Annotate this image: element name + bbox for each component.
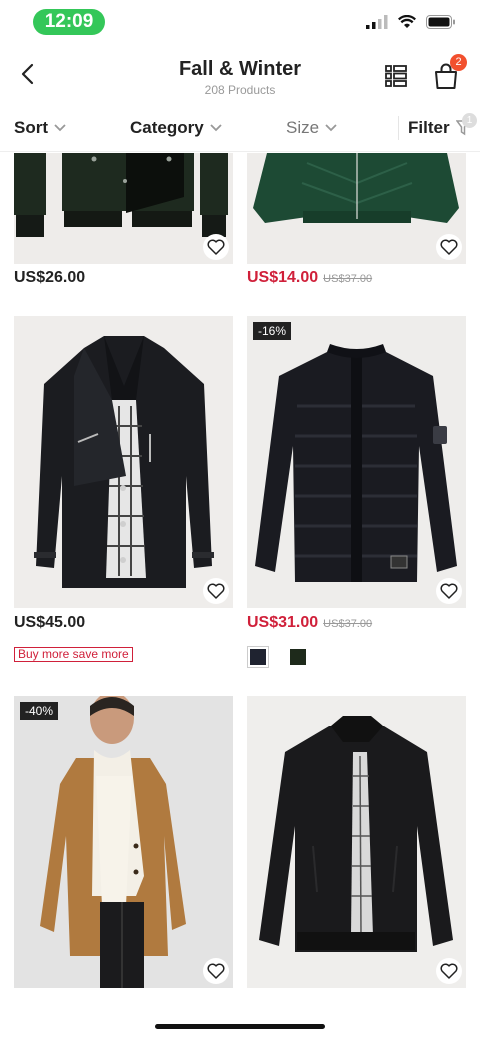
chevron-down-icon <box>210 124 222 132</box>
signal-icon <box>366 15 388 29</box>
product-count: 208 Products <box>204 83 276 97</box>
cart-count-badge: 2 <box>450 54 467 71</box>
list-view-icon <box>385 65 407 87</box>
battery-icon <box>426 15 455 29</box>
heart-icon <box>207 963 225 979</box>
wishlist-button[interactable] <box>203 578 229 604</box>
filter-bar: Sort Category Size Filter 1 <box>0 106 480 152</box>
sort-label: Sort <box>14 118 48 137</box>
product-image[interactable] <box>14 696 233 988</box>
original-price: US$37.00 <box>323 618 373 630</box>
chevron-down-icon <box>54 124 66 132</box>
sale-price: US$31.00 <box>247 614 319 631</box>
product-image[interactable] <box>14 153 233 264</box>
wishlist-button[interactable] <box>436 234 462 260</box>
product-price: US$26.00 <box>14 269 86 286</box>
size-label: Size <box>286 118 320 137</box>
product-price: US$31.00 US$37.00 <box>247 614 372 632</box>
product-image[interactable] <box>247 153 466 264</box>
status-bar: 12:09 <box>0 0 480 44</box>
wishlist-button[interactable] <box>203 958 229 984</box>
color-swatch-navy[interactable] <box>247 646 269 668</box>
heart-icon <box>207 239 225 255</box>
view-toggle-button[interactable] <box>384 64 408 88</box>
wifi-icon <box>398 15 416 28</box>
product-price: US$14.00 US$37.00 <box>247 269 372 287</box>
status-icons <box>366 15 456 29</box>
product-image[interactable] <box>247 316 466 608</box>
category-label: Category <box>130 118 204 137</box>
heart-icon <box>207 583 225 599</box>
filter-count-badge: 1 <box>462 113 477 128</box>
status-time: 12:09 <box>33 9 105 35</box>
heart-icon <box>440 239 458 255</box>
wishlist-button[interactable] <box>436 578 462 604</box>
color-swatch-green[interactable] <box>287 646 309 668</box>
original-price: US$37.00 <box>323 273 373 285</box>
discount-badge: -16% <box>253 322 292 340</box>
product-price: US$45.00 <box>14 614 86 631</box>
discount-badge: -40% <box>20 702 59 720</box>
swatch-fill <box>250 649 266 665</box>
promo-tag: Buy more save more <box>14 647 133 662</box>
home-indicator[interactable] <box>155 1024 325 1029</box>
filter-label: Filter <box>408 118 450 137</box>
swatch-fill <box>290 649 306 665</box>
sale-price: US$14.00 <box>247 269 319 286</box>
size-dropdown[interactable]: Size <box>286 118 337 138</box>
product-image[interactable] <box>14 316 233 608</box>
wishlist-button[interactable] <box>203 234 229 260</box>
top-nav: Fall & Winter 208 Products 2 <box>0 44 480 106</box>
chevron-down-icon <box>325 124 337 132</box>
filter-button[interactable]: Filter <box>408 118 470 138</box>
heart-icon <box>440 963 458 979</box>
divider <box>398 116 399 140</box>
page-title: Fall & Winter <box>178 58 302 80</box>
sort-dropdown[interactable]: Sort <box>14 118 66 138</box>
wishlist-button[interactable] <box>436 958 462 984</box>
product-grid: US$26.00 US$14.00 US$37.00 US$45.00 Buy … <box>0 153 480 998</box>
category-dropdown[interactable]: Category <box>130 118 222 138</box>
heart-icon <box>440 583 458 599</box>
product-image[interactable] <box>247 696 466 988</box>
